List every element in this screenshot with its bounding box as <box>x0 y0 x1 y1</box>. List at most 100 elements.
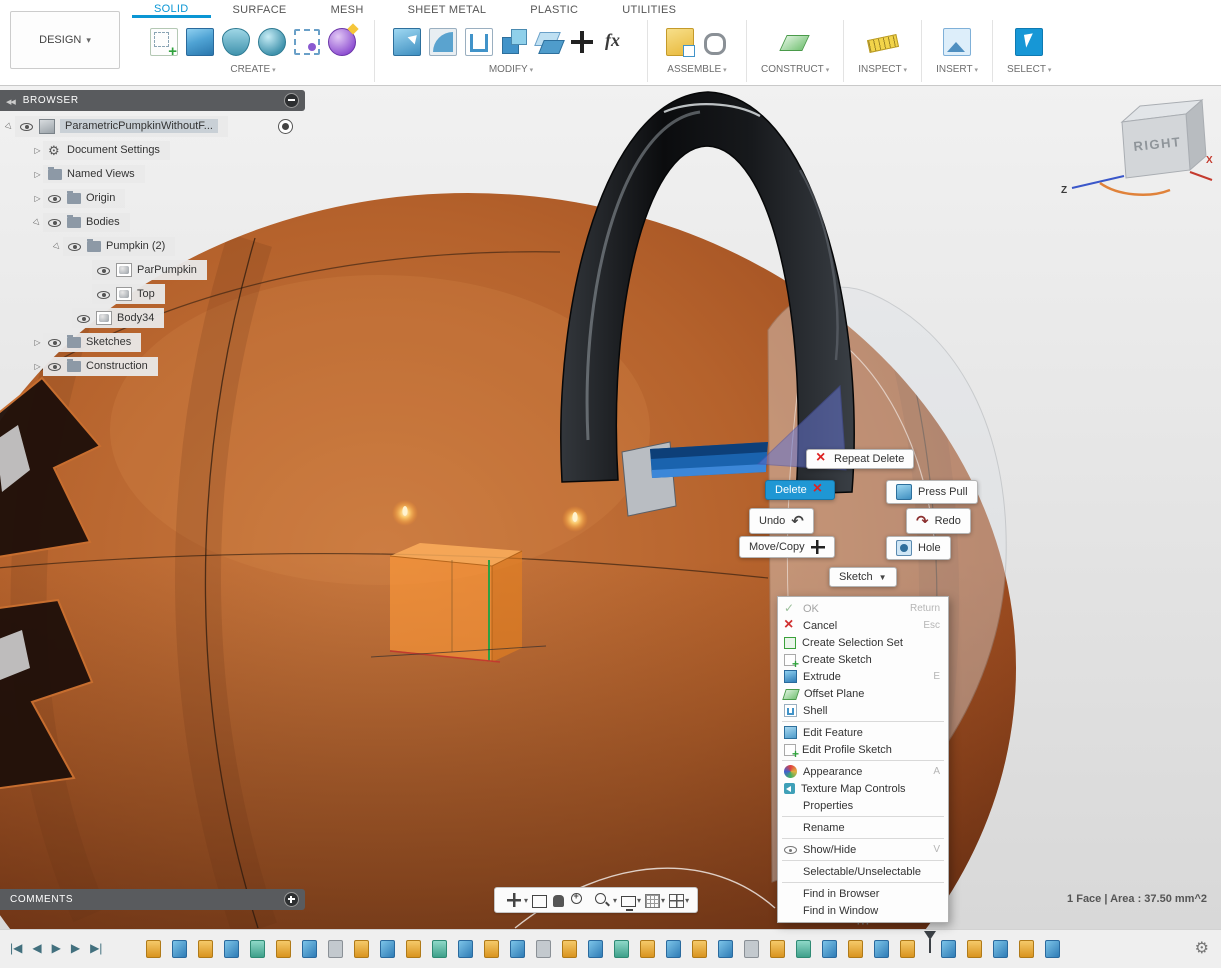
timeline-position-marker[interactable] <box>924 931 936 955</box>
go-to-end-icon[interactable] <box>90 941 102 955</box>
chevron-down-icon[interactable] <box>661 896 665 905</box>
timeline-feature-icon[interactable] <box>406 940 421 958</box>
browser-item-sketches[interactable]: Sketches <box>32 330 337 354</box>
browser-item-pumpkin[interactable]: Pumpkin (2) <box>52 234 357 258</box>
hole-button[interactable]: Hole <box>886 536 951 560</box>
item-label[interactable]: Sketches <box>86 336 131 348</box>
timeline-feature-icon[interactable] <box>588 940 603 958</box>
timeline-feature-icon[interactable] <box>822 940 837 958</box>
menu-item-extrude[interactable]: Extrude E <box>778 668 948 685</box>
browser-item-construction[interactable]: Construction <box>32 354 337 378</box>
menu-item-shell[interactable]: Shell <box>778 702 948 719</box>
go-to-start-icon[interactable] <box>10 941 22 955</box>
combine-icon[interactable] <box>501 29 527 55</box>
menu-item-rename[interactable]: Rename <box>778 819 948 836</box>
timeline-feature-icon[interactable] <box>848 940 863 958</box>
collapse-panel-icon[interactable] <box>6 95 15 107</box>
timeline-feature-icon[interactable] <box>250 940 265 958</box>
item-label[interactable]: Pumpkin (2) <box>106 240 165 252</box>
expander-icon[interactable] <box>32 338 43 347</box>
menu-item-appearance[interactable]: Appearance A <box>778 763 948 780</box>
visibility-eye-icon[interactable] <box>48 192 62 205</box>
item-label[interactable]: Construction <box>86 360 148 372</box>
minimize-browser-button[interactable] <box>284 93 299 108</box>
modify-group-label[interactable]: MODIFY <box>489 64 533 75</box>
shell-icon[interactable] <box>465 28 493 56</box>
expander-icon[interactable] <box>32 146 43 155</box>
item-label[interactable]: Bodies <box>86 216 120 228</box>
sphere-primitive-icon[interactable] <box>258 28 286 56</box>
menu-item-edit-feature[interactable]: Edit Feature <box>778 724 948 741</box>
menu-item-selectable-unselectable[interactable]: Selectable/Unselectable <box>778 863 948 880</box>
press-pull-button[interactable]: Press Pull <box>886 480 978 504</box>
visibility-eye-icon[interactable] <box>97 264 111 277</box>
visibility-eye-icon[interactable] <box>77 312 91 325</box>
press-pull-icon[interactable] <box>393 28 421 56</box>
menu-item-find-in-window[interactable]: Find in Window <box>778 902 948 919</box>
timeline-feature-icon[interactable] <box>562 940 577 958</box>
timeline-feature-icon[interactable] <box>1019 940 1034 958</box>
zoom-window-icon[interactable] <box>594 892 612 908</box>
undo-button[interactable]: Undo <box>749 508 814 534</box>
select-tool-icon[interactable] <box>1015 28 1043 56</box>
design-menu-button[interactable]: DESIGN <box>10 11 120 69</box>
menu-item-find-in-browser[interactable]: Find in Browser <box>778 885 948 902</box>
insert-group-label[interactable]: INSERT <box>936 64 978 75</box>
timeline-settings-gear-icon[interactable] <box>1195 938 1209 958</box>
timeline-feature-icon[interactable] <box>198 940 213 958</box>
expander-icon[interactable] <box>32 194 43 203</box>
timeline-feature-icon[interactable] <box>874 940 889 958</box>
menu-item-properties[interactable]: Properties <box>778 797 948 814</box>
pattern-icon[interactable] <box>294 29 320 55</box>
sketch-dropdown-button[interactable]: Sketch <box>829 567 897 587</box>
select-group-label[interactable]: SELECT <box>1007 64 1051 75</box>
tab-utilities[interactable]: UTILITIES <box>600 2 698 17</box>
browser-item-document-settings[interactable]: Document Settings <box>32 138 337 162</box>
browser-item-named-views[interactable]: Named Views <box>32 162 337 186</box>
timeline-feature-icon[interactable] <box>614 940 629 958</box>
timeline-feature-icon[interactable] <box>666 940 681 958</box>
expander-icon[interactable] <box>32 170 43 179</box>
create-form-icon[interactable] <box>328 28 356 56</box>
menu-item-show-hide[interactable]: Show/Hide V <box>778 841 948 858</box>
timeline-feature-icon[interactable] <box>510 940 525 958</box>
timeline-feature-icon[interactable] <box>941 940 956 958</box>
menu-item-cancel[interactable]: Cancel Esc <box>778 617 948 634</box>
step-forward-icon[interactable] <box>71 941 80 955</box>
tab-surface[interactable]: SURFACE <box>211 2 309 17</box>
item-label[interactable]: Top <box>137 288 155 300</box>
look-at-icon[interactable] <box>532 895 547 908</box>
timeline-feature-icon[interactable] <box>744 940 759 958</box>
timeline-feature-icon[interactable] <box>967 940 982 958</box>
redo-button[interactable]: Redo <box>906 508 971 534</box>
browser-root-row[interactable]: ParametricPumpkinWithoutF... <box>4 114 309 138</box>
expander-icon[interactable] <box>32 362 43 371</box>
tab-solid[interactable]: SOLID <box>132 1 211 18</box>
timeline-feature-icon[interactable] <box>993 940 1008 958</box>
move-copy-icon[interactable] <box>569 29 595 55</box>
grid-display-icon[interactable] <box>645 894 660 908</box>
timeline-feature-icon[interactable] <box>718 940 733 958</box>
browser-item-body34[interactable]: Body34 <box>72 306 377 330</box>
zoom-icon[interactable] <box>570 892 588 908</box>
comments-bar[interactable]: COMMENTS <box>0 889 305 910</box>
assemble-group-label[interactable]: ASSEMBLE <box>667 64 726 75</box>
display-settings-icon[interactable] <box>621 896 636 907</box>
browser-item-bodies[interactable]: Bodies <box>32 210 337 234</box>
timeline-feature-icon[interactable] <box>432 940 447 958</box>
visibility-eye-icon[interactable] <box>48 216 62 229</box>
browser-root-label[interactable]: ParametricPumpkinWithoutF... <box>60 119 218 133</box>
repeat-delete-button[interactable]: Repeat Delete <box>806 449 914 469</box>
move-copy-button[interactable]: Move/Copy <box>739 536 835 558</box>
timeline-feature-icon[interactable] <box>484 940 499 958</box>
timeline-feature-icon[interactable] <box>302 940 317 958</box>
item-label[interactable]: ParPumpkin <box>137 264 197 276</box>
pan-hand-icon[interactable] <box>553 895 564 907</box>
timeline-feature-icon[interactable] <box>354 940 369 958</box>
tab-plastic[interactable]: PLASTIC <box>508 2 600 17</box>
timeline-feature-icon[interactable] <box>692 940 707 958</box>
fillet-icon[interactable] <box>429 28 457 56</box>
box-primitive-icon[interactable] <box>186 28 214 56</box>
item-label[interactable]: Origin <box>86 192 115 204</box>
inspect-group-label[interactable]: INSPECT <box>858 64 907 75</box>
